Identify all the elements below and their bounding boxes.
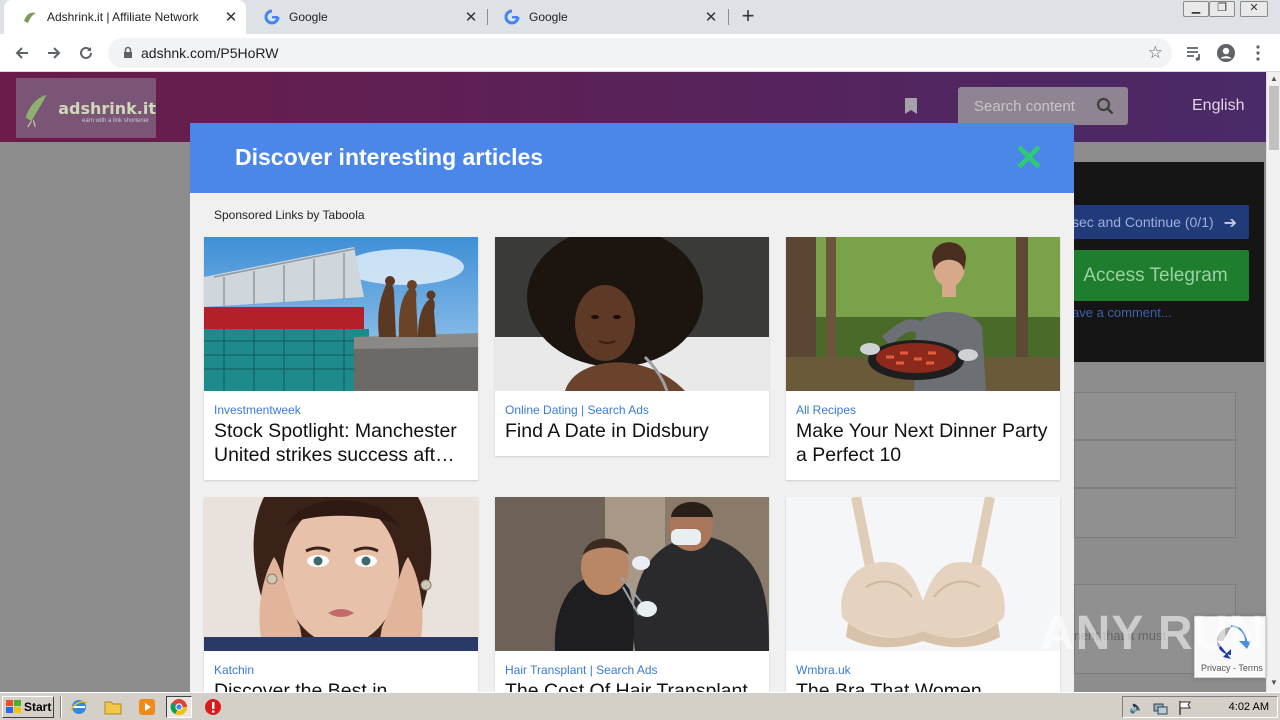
reload-icon[interactable]: [72, 39, 100, 67]
windows-logo-icon: [6, 700, 21, 713]
article-card[interactable]: Investmentweek Stock Spotlight: Manchest…: [204, 237, 478, 480]
network-icon[interactable]: [1153, 700, 1169, 716]
action-center-flag-icon[interactable]: [1177, 700, 1193, 716]
clock[interactable]: 4:02 AM: [1229, 701, 1269, 713]
vertical-scrollbar[interactable]: ▲ ▼: [1266, 72, 1280, 692]
media-player-icon[interactable]: [134, 696, 160, 718]
stork-logo-icon: [25, 94, 47, 128]
article-headline[interactable]: Make Your Next Dinner Party a Perfect 10: [796, 419, 1052, 467]
tab-google-1[interactable]: Google ✕: [246, 0, 486, 34]
start-label: Start: [24, 700, 52, 714]
internet-explorer-icon[interactable]: [66, 696, 92, 718]
hair-transplant-image: [495, 497, 769, 651]
google-favicon-icon: [504, 9, 520, 25]
article-card[interactable]: Hair Transplant | Search Ads The Cost Of…: [495, 497, 769, 692]
browser-toolbar: adshnk.com/P5HoRW ☆: [0, 34, 1280, 72]
modal-title: Discover interesting articles: [235, 144, 544, 170]
article-source[interactable]: All Recipes: [796, 403, 856, 417]
restore-icon[interactable]: ❐: [1209, 1, 1235, 17]
menu-kebab-icon[interactable]: [1244, 39, 1272, 67]
article-source[interactable]: Online Dating | Search Ads: [505, 403, 649, 417]
window-close-icon[interactable]: ✕: [1240, 1, 1268, 17]
sponsored-label: Sponsored Links by Taboola: [214, 208, 365, 222]
logo-tagline: earn with a link shortener: [82, 118, 150, 124]
article-headline[interactable]: The Cost Of Hair Transplant: [505, 679, 761, 692]
taskbar-separator: [60, 696, 62, 718]
page-viewport: adshrink.it earn with a link shortener S…: [0, 72, 1266, 692]
continue-button[interactable]: sec and Continue (0/1) ➔: [1060, 205, 1249, 239]
telegram-label: Access Telegram: [1083, 264, 1228, 286]
tab-title: Adshrink.it | Affiliate Network: [47, 10, 199, 24]
article-card[interactable]: All Recipes Make Your Next Dinner Party …: [786, 237, 1060, 480]
tab-close-icon[interactable]: ✕: [462, 8, 480, 26]
stadium-image: [204, 237, 478, 391]
article-headline[interactable]: The Bra That Women: [796, 679, 1052, 692]
profile-icon[interactable]: [1212, 39, 1240, 67]
chef-with-pan-image: [786, 237, 1060, 391]
minimize-icon[interactable]: ▁: [1183, 1, 1209, 17]
tab-close-icon[interactable]: ✕: [222, 8, 240, 26]
search-placeholder: Search content: [974, 98, 1075, 115]
tab-close-icon[interactable]: ✕: [702, 8, 720, 26]
tab-adshrink[interactable]: Adshrink.it | Affiliate Network ✕: [4, 0, 246, 34]
article-card[interactable]: Online Dating | Search Ads Find A Date i…: [495, 237, 769, 456]
arrow-right-icon: ➔: [1223, 215, 1237, 232]
chrome-taskbar-icon[interactable]: [166, 696, 192, 718]
scroll-down-icon[interactable]: ▼: [1270, 678, 1278, 687]
tab-title: Google: [289, 10, 328, 24]
url-text: adshnk.com/P5HoRW: [141, 45, 279, 61]
bra-product-image: [786, 497, 1060, 651]
bookmark-star-icon[interactable]: ☆: [1148, 43, 1163, 63]
bookmark-icon[interactable]: [903, 97, 919, 115]
volume-icon[interactable]: 🔈: [1129, 700, 1144, 714]
woman-face-image: [204, 497, 478, 651]
access-telegram-button[interactable]: Access Telegram: [1062, 250, 1249, 301]
article-card[interactable]: Wmbra.uk The Bra That Women: [786, 497, 1060, 692]
search-icon[interactable]: [1096, 97, 1114, 115]
scroll-up-icon[interactable]: ▲: [1270, 74, 1278, 83]
recaptcha-label[interactable]: Privacy - Terms: [1201, 663, 1263, 673]
article-headline[interactable]: Find A Date in Didsbury: [505, 419, 761, 443]
logo-text: adshrink.it: [58, 98, 156, 118]
article-headline[interactable]: Stock Spotlight: Manchester United strik…: [214, 419, 470, 467]
scrollbar-thumb[interactable]: [1269, 86, 1279, 150]
windows-taskbar: Start 🔈 4:02 AM: [0, 692, 1280, 720]
side-box: [1074, 392, 1236, 440]
media-queue-icon[interactable]: [1180, 39, 1208, 67]
start-button[interactable]: Start: [2, 696, 54, 718]
site-logo[interactable]: adshrink.it earn with a link shortener: [16, 78, 156, 138]
tab-title: Google: [529, 10, 568, 24]
modal-header: Discover interesting articles: [190, 123, 1074, 193]
lock-icon: [124, 46, 132, 58]
anyrun-watermark: ANY RUN: [1040, 607, 1265, 660]
file-explorer-icon[interactable]: [100, 696, 126, 718]
article-source[interactable]: Investmentweek: [214, 403, 301, 417]
antivirus-icon[interactable]: [200, 696, 226, 718]
articles-modal: Discover interesting articles Sponsored …: [190, 123, 1074, 692]
side-box: [1074, 440, 1236, 488]
tab-separator: [728, 9, 729, 25]
back-icon[interactable]: [8, 39, 36, 67]
leave-comment-link[interactable]: ave a comment...: [1072, 305, 1172, 320]
tab-strip: Adshrink.it | Affiliate Network ✕ Google…: [0, 0, 1280, 34]
article-headline[interactable]: Discover the Best in: [214, 679, 470, 692]
article-source[interactable]: Katchin: [214, 663, 254, 677]
adshrink-favicon-icon: [22, 9, 38, 25]
article-card[interactable]: Katchin Discover the Best in: [204, 497, 478, 692]
forward-icon[interactable]: [40, 39, 68, 67]
google-favicon-icon: [264, 9, 280, 25]
close-icon[interactable]: [1015, 143, 1043, 171]
continue-label: sec and Continue (0/1): [1072, 214, 1214, 230]
site-search-input[interactable]: Search content: [958, 87, 1128, 125]
tab-google-2[interactable]: Google ✕: [486, 0, 726, 34]
language-selector[interactable]: English: [1192, 97, 1244, 115]
article-source[interactable]: Hair Transplant | Search Ads: [505, 663, 658, 677]
article-source[interactable]: Wmbra.uk: [796, 663, 851, 677]
system-tray: 🔈 4:02 AM: [1122, 696, 1278, 718]
new-tab-icon[interactable]: +: [736, 5, 760, 29]
side-box: [1074, 488, 1236, 538]
address-bar[interactable]: adshnk.com/P5HoRW ☆: [108, 38, 1172, 68]
woman-portrait-image: [495, 237, 769, 391]
